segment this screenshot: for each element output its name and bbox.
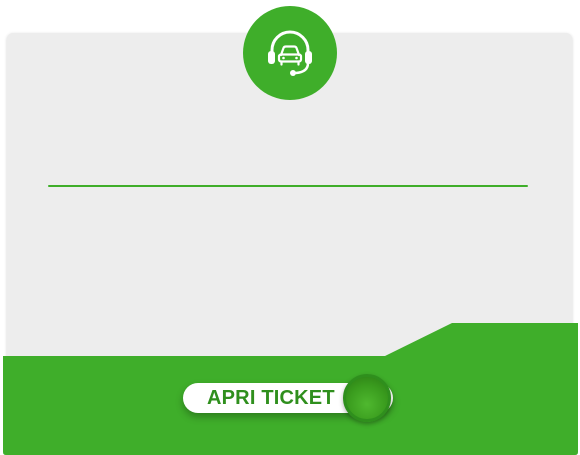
open-ticket-button[interactable]: APRI TICKET [183,374,393,422]
car-support-headset-icon [268,30,312,76]
support-badge [243,6,337,100]
open-ticket-label: APRI TICKET [207,386,335,409]
content-divider [48,185,528,187]
button-knob[interactable] [343,374,391,422]
